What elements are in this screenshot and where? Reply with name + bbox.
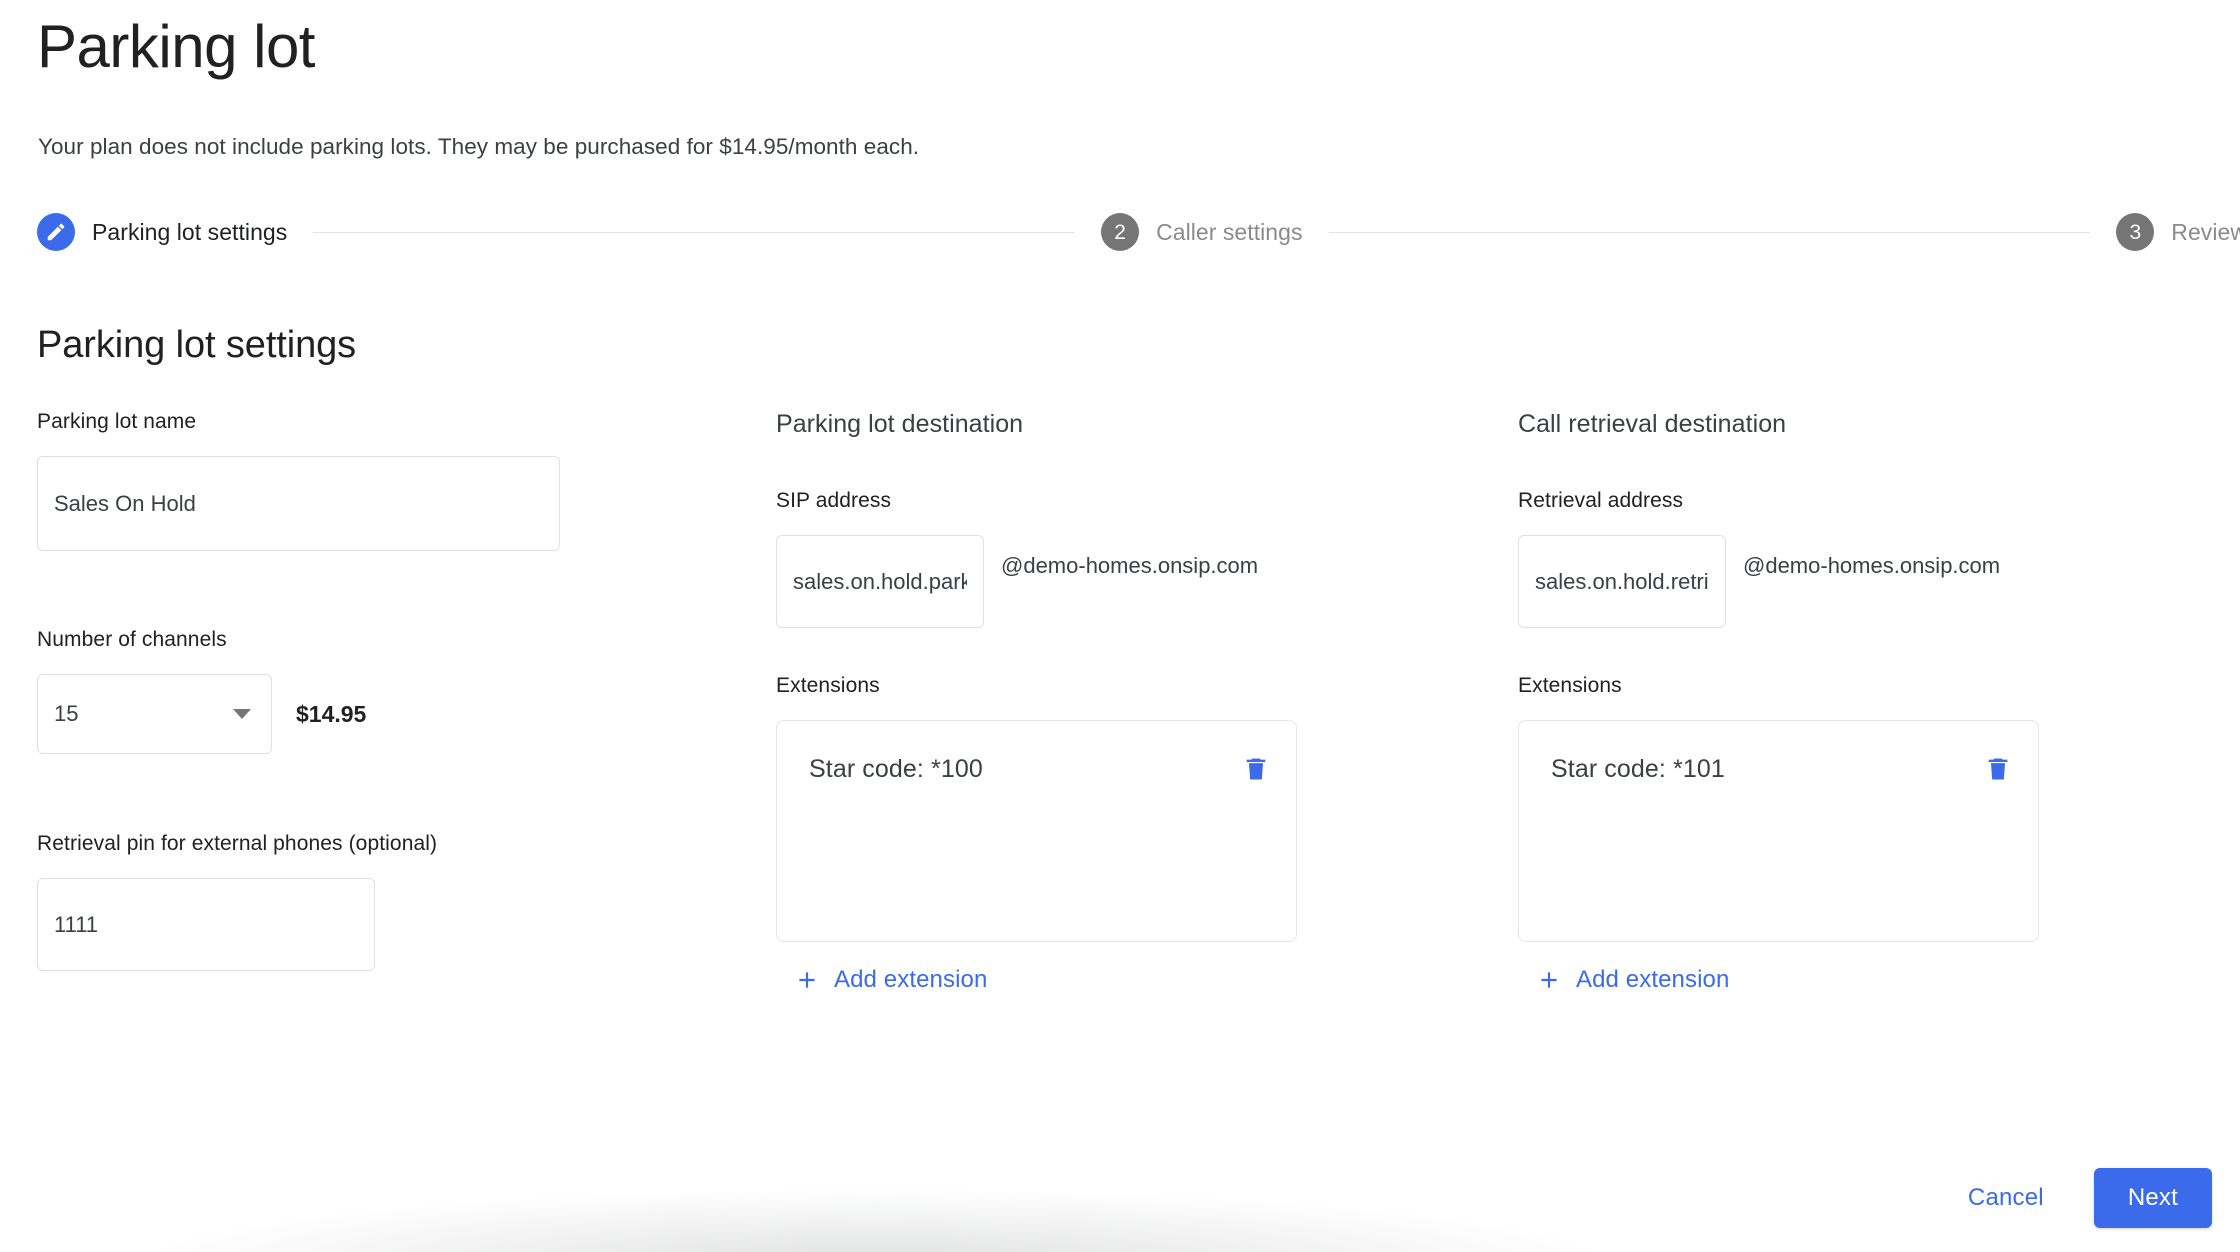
retrieval-extensions-card: Star code: *101 — [1518, 720, 2039, 942]
add-extension-button-parking[interactable]: Add extension — [794, 966, 987, 994]
footer-shadow — [150, 1190, 1600, 1252]
step-label-review: Review — [2171, 218, 2240, 245]
parking-lot-name-input[interactable]: Sales On Hold — [37, 456, 560, 551]
channels-price: $14.95 — [296, 700, 367, 727]
extension-row: Star code: *100 — [777, 721, 1296, 817]
step-label-parking-lot-settings: Parking lot settings — [92, 218, 288, 245]
parking-extensions-card: Star code: *100 — [776, 720, 1297, 942]
step-number-2: 2 — [1101, 213, 1140, 251]
number-of-channels-value: 15 — [54, 701, 79, 726]
parking-lot-name-value: Sales On Hold — [54, 490, 196, 516]
step-connector-2 — [1328, 231, 2091, 233]
add-extension-button-retrieval[interactable]: Add extension — [1536, 966, 1729, 994]
retrieval-extensions-label: Extensions — [1518, 674, 1622, 697]
extension-star-code: Star code: *101 — [1551, 754, 1725, 783]
parking-lot-destination-heading: Parking lot destination — [776, 410, 1024, 438]
step-label-caller-settings: Caller settings — [1156, 218, 1303, 245]
retrieval-address-value: sales.on.hold.retrieve — [1535, 568, 1709, 594]
extension-row: Star code: *101 — [1519, 721, 2038, 817]
add-extension-label-parking: Add extension — [834, 966, 988, 993]
delete-extension-button[interactable] — [1984, 754, 2012, 784]
retrieval-address-row: sales.on.hold.retrieve @demo-homes.onsip… — [1518, 513, 2218, 628]
page-title: Parking lot — [37, 13, 315, 80]
trash-icon — [1988, 758, 2008, 780]
plus-icon — [794, 967, 820, 993]
wizard-stepper: Parking lot settings 2 Caller settings 3… — [37, 208, 2240, 256]
chevron-down-icon — [233, 709, 251, 719]
column-call-retrieval-destination: Call retrieval destination Retrieval add… — [1518, 410, 2218, 994]
sip-address-domain: @demo-homes.onsip.com — [1001, 553, 1259, 578]
number-of-channels-label: Number of channels — [37, 628, 227, 651]
parking-extensions-label: Extensions — [776, 674, 880, 697]
step-review[interactable]: 3 Review — [2116, 213, 2240, 251]
edit-icon — [37, 213, 75, 251]
wizard-footer: Cancel Next — [1950, 1168, 2212, 1228]
trash-icon — [1246, 758, 1266, 780]
retrieval-address-domain: @demo-homes.onsip.com — [1743, 553, 2001, 578]
next-button[interactable]: Next — [2093, 1168, 2212, 1228]
section-title: Parking lot settings — [37, 324, 357, 366]
extension-star-code: Star code: *100 — [809, 754, 983, 783]
parking-lot-wizard-page: Parking lot Your plan does not include p… — [0, 0, 2240, 1252]
delete-extension-button[interactable] — [1242, 754, 1270, 784]
page-subtitle: Your plan does not include parking lots.… — [38, 134, 920, 159]
retrieval-address-label: Retrieval address — [1518, 489, 1684, 512]
sip-address-input[interactable]: sales.on.hold.park — [776, 535, 984, 628]
column-parking-lot-destination: Parking lot destination SIP address sale… — [776, 410, 1476, 994]
step-number-3: 3 — [2116, 213, 2155, 251]
column-parking-lot-settings: Parking lot name Sales On Hold Number of… — [37, 410, 737, 971]
retrieval-pin-input[interactable]: 1111 — [37, 878, 375, 971]
retrieval-pin-label: Retrieval pin for external phones (optio… — [37, 832, 438, 855]
number-of-channels-row: 15 $14.95 — [37, 674, 737, 754]
plus-icon — [1536, 967, 1562, 993]
sip-address-label: SIP address — [776, 489, 892, 512]
retrieval-pin-value: 1111 — [54, 911, 99, 937]
step-caller-settings[interactable]: 2 Caller settings — [1101, 213, 1302, 251]
cancel-button[interactable]: Cancel — [1950, 1172, 2062, 1224]
add-extension-label-retrieval: Add extension — [1576, 966, 1730, 993]
number-of-channels-select[interactable]: 15 — [37, 674, 272, 754]
sip-address-value: sales.on.hold.park — [793, 568, 967, 594]
parking-lot-name-label: Parking lot name — [37, 410, 197, 433]
call-retrieval-destination-heading: Call retrieval destination — [1518, 410, 1787, 438]
retrieval-address-input[interactable]: sales.on.hold.retrieve — [1518, 535, 1726, 628]
step-parking-lot-settings[interactable]: Parking lot settings — [37, 213, 287, 251]
sip-address-row: sales.on.hold.park @demo-homes.onsip.com — [776, 513, 1476, 628]
step-connector-1 — [313, 231, 1076, 233]
